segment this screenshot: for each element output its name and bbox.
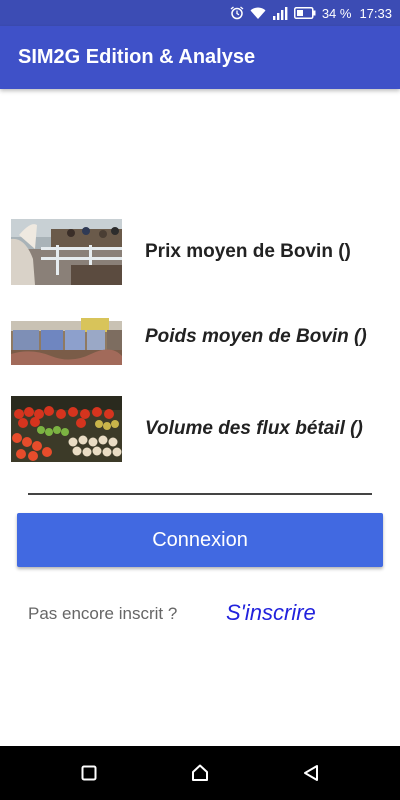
recent-apps-icon[interactable]	[76, 760, 102, 786]
battery-icon	[293, 7, 316, 19]
divider	[28, 493, 372, 495]
signup-link[interactable]: S'inscrire	[226, 600, 316, 626]
item-label: Prix moyen de Bovin ()	[145, 241, 351, 262]
produce-market-photo	[11, 396, 122, 462]
cattle-market-photo	[11, 219, 122, 285]
status-time: 17:33	[359, 5, 392, 21]
back-icon[interactable]	[298, 760, 324, 786]
app-title: SIM2G Edition & Analyse	[18, 46, 256, 68]
item-label: Poids moyen de Bovin ()	[145, 326, 367, 347]
status-bar: 34 % 17:33	[0, 0, 400, 26]
app-bar: SIM2G Edition & Analyse	[0, 26, 400, 89]
livestock-truck-photo	[11, 304, 122, 370]
signal-icon	[272, 6, 288, 20]
item-label: Volume des flux bétail ()	[145, 418, 363, 439]
menu-item-prix-moyen[interactable]: Prix moyen de Bovin ()	[11, 219, 391, 285]
menu-item-poids-moyen[interactable]: Poids moyen de Bovin ()	[11, 304, 391, 370]
home-icon[interactable]	[187, 760, 213, 786]
menu-item-volume-flux[interactable]: Volume des flux bétail ()	[11, 396, 391, 462]
connexion-button[interactable]: Connexion	[17, 513, 383, 567]
alarm-icon	[230, 6, 244, 20]
battery-percent: 34 %	[321, 5, 352, 21]
navigation-bar	[0, 746, 400, 800]
wifi-icon	[250, 7, 266, 20]
signup-prompt: Pas encore inscrit ?	[28, 604, 178, 623]
